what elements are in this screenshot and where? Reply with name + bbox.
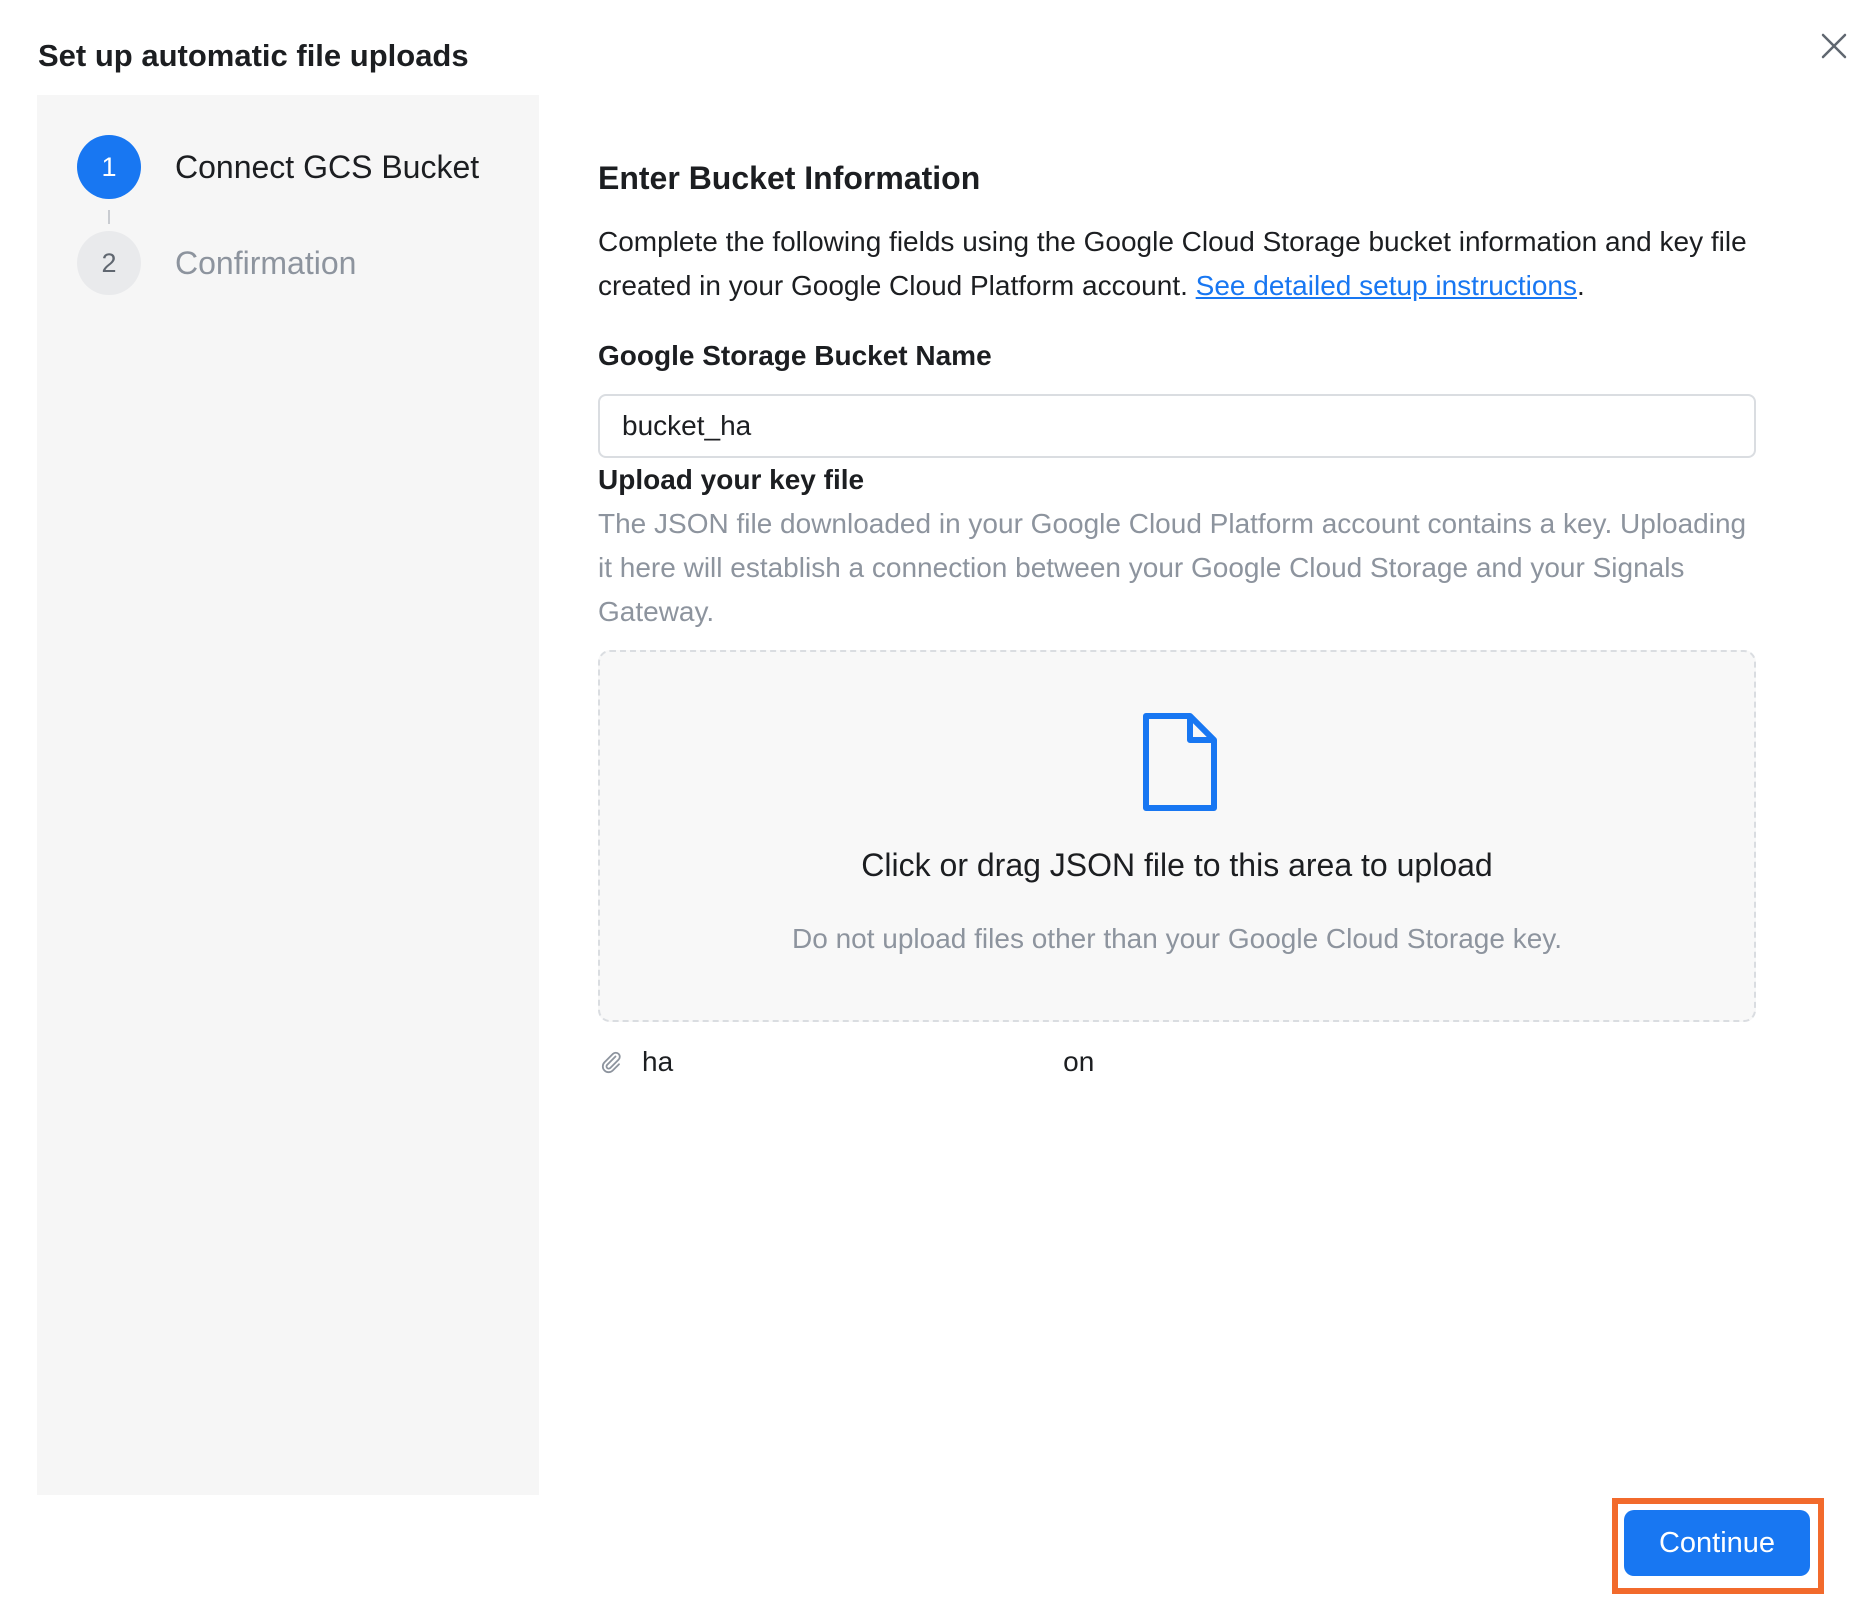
stepper-sidebar: 1 Connect GCS Bucket 2 Confirmation (37, 95, 539, 1495)
key-file-label: Upload your key file (598, 464, 865, 495)
step-number-badge: 2 (77, 231, 141, 295)
step-label: Confirmation (175, 244, 357, 281)
continue-button[interactable]: Continue (1624, 1510, 1810, 1576)
close-icon[interactable] (1821, 33, 1847, 64)
uploaded-file-name: ha (642, 1046, 674, 1077)
step-connect-gcs-bucket[interactable]: 1 Connect GCS Bucket (77, 135, 479, 199)
uploaded-file-item[interactable]: ha on (598, 1042, 1094, 1082)
close-button[interactable] (1814, 28, 1854, 68)
bucket-name-input[interactable] (600, 396, 1754, 456)
step-label: Connect GCS Bucket (175, 148, 480, 185)
bucket-name-label: Google Storage Bucket Name (598, 340, 992, 371)
step-connector (108, 210, 110, 224)
step-number-badge: 1 (77, 135, 141, 199)
key-file-description: The JSON file downloaded in your Google … (598, 508, 1747, 627)
file-dropzone[interactable]: Click or drag JSON file to this area to … (598, 650, 1756, 1022)
dropzone-hint: Do not upload files other than your Goog… (792, 923, 1562, 954)
description-end: . (1577, 270, 1585, 301)
step-confirmation[interactable]: 2 Confirmation (77, 231, 356, 295)
section-heading: Enter Bucket Information (598, 160, 981, 196)
setup-instructions-link[interactable]: See detailed setup instructions (1196, 270, 1577, 301)
uploaded-file-name-end: on (1063, 1046, 1095, 1077)
dropzone-title: Click or drag JSON file to this area to … (861, 847, 1493, 883)
paperclip-icon (598, 1049, 624, 1075)
dialog-title: Set up automatic file uploads (38, 38, 469, 73)
file-icon (1140, 712, 1220, 812)
section-description: Complete the following fields using the … (598, 220, 1768, 308)
bucket-name-field[interactable] (598, 394, 1756, 458)
setup-dialog: Set up automatic file uploads 1 Connect … (0, 0, 1868, 1618)
